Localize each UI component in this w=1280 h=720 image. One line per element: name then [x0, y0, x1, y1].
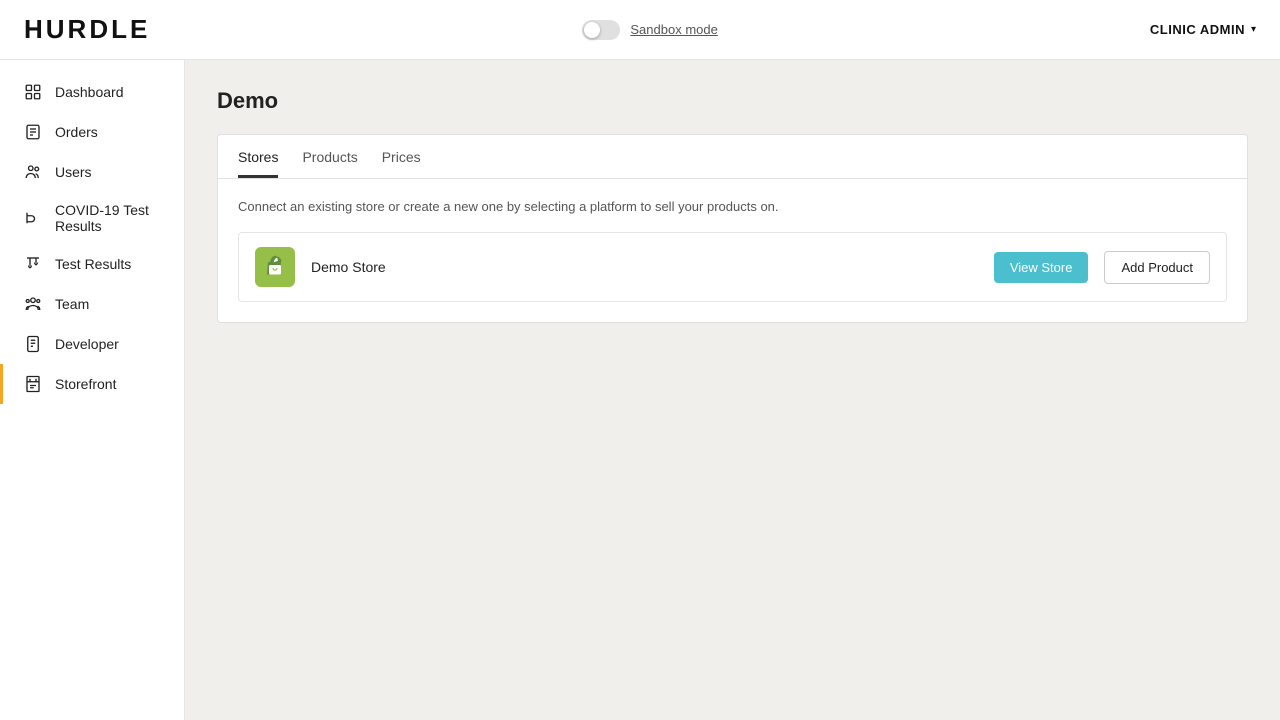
- page-title: Demo: [217, 88, 1248, 114]
- sidebar-label-storefront: Storefront: [55, 376, 116, 392]
- admin-menu[interactable]: CLINIC ADMIN ▾: [1150, 22, 1256, 37]
- view-store-button[interactable]: View Store: [994, 252, 1089, 283]
- sidebar-item-covid19[interactable]: COVID-19 Test Results: [0, 192, 184, 244]
- shopify-icon: [255, 247, 295, 287]
- dashboard-icon: [23, 82, 43, 102]
- sidebar-label-developer: Developer: [55, 336, 119, 352]
- tab-bar: Stores Products Prices: [218, 135, 1247, 179]
- sidebar-label-users: Users: [55, 164, 92, 180]
- add-product-button[interactable]: Add Product: [1104, 251, 1210, 284]
- sidebar-label-orders: Orders: [55, 124, 98, 140]
- test-results-icon: [23, 254, 43, 274]
- sidebar-item-users[interactable]: Users: [0, 152, 184, 192]
- store-name: Demo Store: [311, 259, 978, 275]
- users-icon: [23, 162, 43, 182]
- layout: Dashboard Orders Users: [0, 60, 1280, 720]
- header: HURDLE Sandbox mode CLINIC ADMIN ▾: [0, 0, 1280, 60]
- sidebar-item-test-results[interactable]: Test Results: [0, 244, 184, 284]
- sidebar-item-orders[interactable]: Orders: [0, 112, 184, 152]
- sandbox-toggle-knob: [584, 22, 600, 38]
- store-row: Demo Store View Store Add Product: [238, 232, 1227, 302]
- tab-prices[interactable]: Prices: [382, 135, 421, 178]
- chevron-down-icon: ▾: [1251, 24, 1256, 35]
- sidebar-item-team[interactable]: Team: [0, 284, 184, 324]
- sandbox-label[interactable]: Sandbox mode: [630, 22, 717, 37]
- header-center: Sandbox mode: [582, 20, 717, 40]
- sandbox-toggle[interactable]: [582, 20, 620, 40]
- description-text: Connect an existing store or create a ne…: [238, 199, 1227, 214]
- sidebar: Dashboard Orders Users: [0, 60, 185, 720]
- sidebar-item-storefront[interactable]: Storefront: [0, 364, 184, 404]
- sidebar-label-dashboard: Dashboard: [55, 84, 124, 100]
- developer-icon: [23, 334, 43, 354]
- storefront-icon: [23, 374, 43, 394]
- admin-label: CLINIC ADMIN: [1150, 22, 1245, 37]
- sidebar-label-test-results: Test Results: [55, 256, 131, 272]
- sidebar-item-dashboard[interactable]: Dashboard: [0, 72, 184, 112]
- card-body: Connect an existing store or create a ne…: [218, 179, 1247, 322]
- sidebar-item-developer[interactable]: Developer: [0, 324, 184, 364]
- covid19-icon: [23, 208, 43, 228]
- sidebar-label-covid19: COVID-19 Test Results: [55, 202, 164, 234]
- sidebar-label-team: Team: [55, 296, 89, 312]
- tab-products[interactable]: Products: [302, 135, 357, 178]
- main-content: Demo Stores Products Prices Connect an e…: [185, 60, 1280, 720]
- main-card: Stores Products Prices Connect an existi…: [217, 134, 1248, 323]
- orders-icon: [23, 122, 43, 142]
- logo: HURDLE: [24, 14, 150, 45]
- team-icon: [23, 294, 43, 314]
- tab-stores[interactable]: Stores: [238, 135, 278, 178]
